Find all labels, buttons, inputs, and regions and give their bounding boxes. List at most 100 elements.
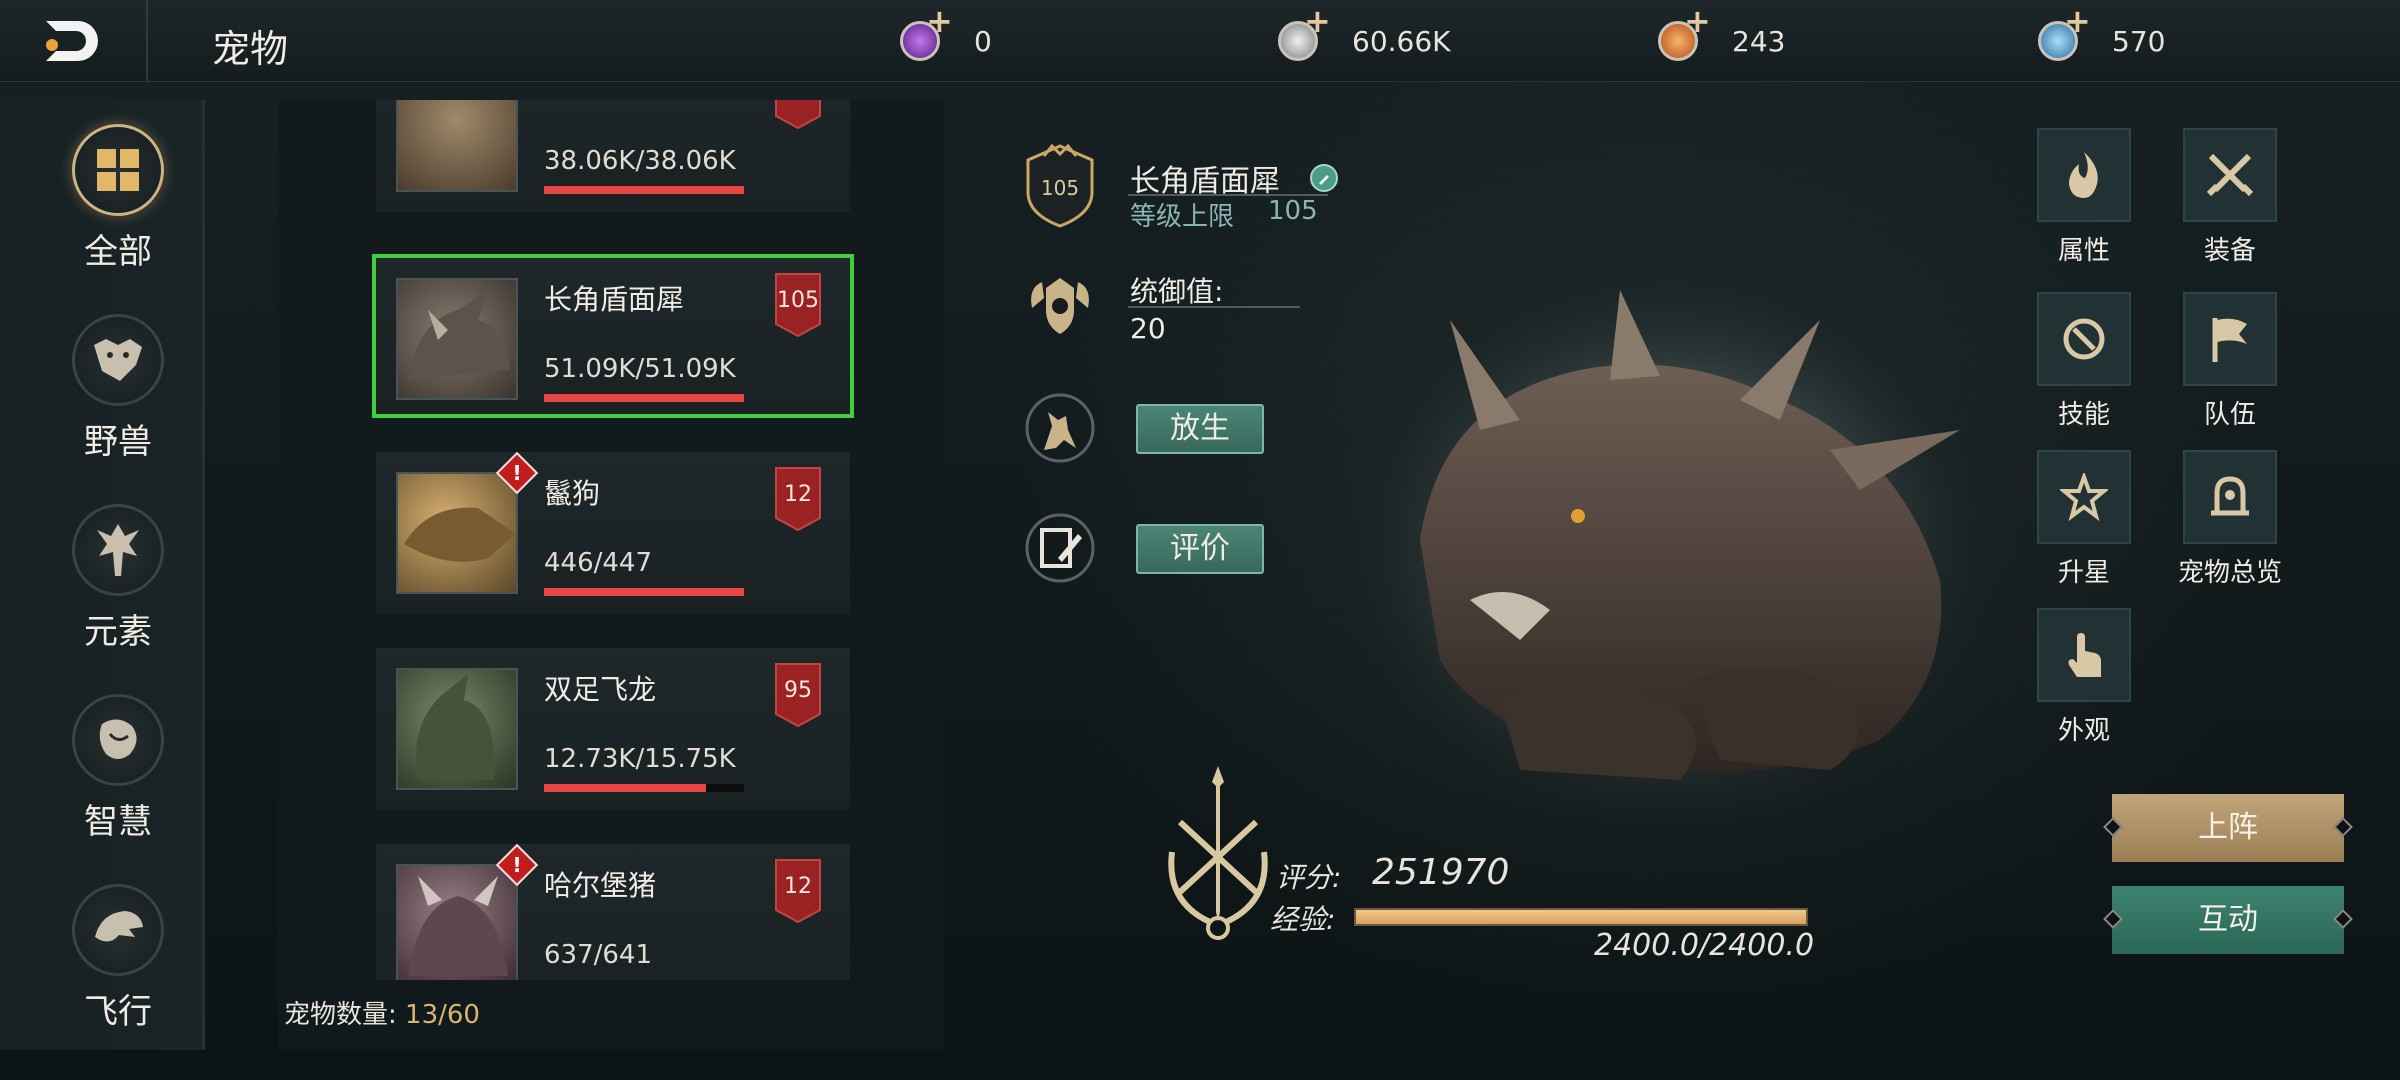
level-banner: 105 [774,272,822,338]
level-cap-value: 105 [1268,196,1318,226]
category-label: 野兽 [84,422,152,462]
category-element[interactable]: 元素 [58,504,178,653]
currency-crystal[interactable]: + 570 [2038,2,2165,68]
pet-list[interactable]: 38.06K/38.06K 长角盾面犀 51.09K/51.09K 105 ! … [278,100,944,980]
category-wisdom[interactable]: 智慧 [58,694,178,843]
pet-count: 宠物数量: 13/60 [284,994,480,1031]
pet-card[interactable]: 38.06K/38.06K [376,100,850,212]
pet-hp-bar [544,186,744,194]
pet-overview-button[interactable]: 宠物总览 [2170,450,2290,589]
pet-hp-text: 38.06K/38.06K [544,146,736,176]
flame-icon [2069,152,2098,198]
add-currency-icon[interactable]: + [1684,2,1711,40]
touch-hand-icon [2068,633,2101,677]
category-icon-frame [72,504,164,596]
pet-creature-art [1360,280,1980,820]
skill-orb-icon [2063,318,2105,360]
release-button[interactable]: 放生 [1136,404,1264,454]
pet-name: 哈尔堡猪 [544,869,657,902]
rename-edit-icon[interactable] [1310,164,1338,192]
release-icon [1022,390,1098,476]
pet-hp-bar [544,588,744,596]
pet-hp-text: 637/641 [544,940,653,970]
level-text: 12 [784,482,812,507]
level-cap-label: 等级上限 [1130,202,1235,232]
function-label: 技能 [2057,400,2110,430]
add-currency-icon[interactable]: + [926,2,953,40]
page-title: 宠物 [212,27,289,71]
command-value: 20 [1130,312,1166,345]
pet-count-label: 宠物数量: [284,1000,397,1030]
team-button[interactable]: 队伍 [2170,292,2290,431]
category-sidebar: 全部 野兽 元素 智慧 飞行 [0,100,205,1050]
currency-fire[interactable]: + 243 [1658,2,1786,68]
category-flying[interactable]: 飞行 [58,884,178,1033]
currency-value: 0 [974,24,992,58]
pet-hp-fill [544,784,706,792]
attributes-button[interactable]: 属性 [2024,128,2144,267]
score-emblem-icon [1160,762,1276,942]
review-icon [1022,510,1098,596]
elemental-figure-icon [97,524,139,576]
pet-card[interactable]: 双足飞龙 12.73K/15.75K 95 [376,648,850,810]
level-cap-badge: 105 [1022,142,1098,228]
category-all[interactable]: 全部 [58,124,178,273]
add-currency-icon[interactable]: + [2064,2,2091,40]
wisdom-creature-icon [99,719,137,759]
function-label: 宠物总览 [2177,558,2282,588]
overview-icon [2211,476,2249,516]
divider [1128,194,1328,196]
pet-card-selected[interactable]: 长角盾面犀 51.09K/51.09K 105 [372,254,854,418]
review-button[interactable]: 评价 [1136,524,1264,574]
divider [1128,306,1300,308]
add-currency-icon[interactable]: + [1304,2,1331,40]
currency-silver[interactable]: + 60.66K [1278,2,1451,68]
pet-name: 长角盾面犀 [544,283,685,316]
category-icon-frame [72,314,164,406]
skills-button[interactable]: 技能 [2024,292,2144,431]
function-icon-frame [2183,292,2277,386]
beast-head-icon [94,339,142,381]
currency-purple[interactable]: + 0 [900,2,992,68]
pet-card[interactable]: ! 鬣狗 446/447 12 [376,451,850,614]
pet-hp-text: 12.73K/15.75K [544,744,736,774]
equipment-button[interactable]: 装备 [2170,128,2290,267]
exp-value: 2400.0/2400.0 [1594,928,1815,963]
deploy-button[interactable]: 上阵 [2103,794,2353,862]
interact-button[interactable]: 互动 [2103,886,2353,954]
category-beast[interactable]: 野兽 [58,314,178,463]
pet-hp-fill [544,394,744,402]
interact-label: 互动 [2198,902,2258,937]
function-icon-frame [2183,450,2277,544]
function-label: 外观 [2057,716,2110,746]
pet-hp-fill [544,186,744,194]
function-icon-frame [2037,128,2131,222]
command-label: 统御值: [1130,275,1224,308]
top-bar: 宠物 + 0 + 60.66K + 243 + 570 [0,0,2400,82]
score-label: 评分: [1276,861,1342,894]
pet-portrait [396,472,518,594]
level-banner: 12 [774,858,822,924]
pet-hp-text: 51.09K/51.09K [544,354,736,384]
pet-hp-bar [544,394,744,402]
currency-value: 60.66K [1352,24,1451,58]
function-label: 队伍 [2203,400,2256,430]
currency-value: 243 [1732,24,1786,58]
level-banner: 95 [774,662,822,728]
back-logo-icon [46,21,98,61]
star-up-button[interactable]: 升星 [2024,450,2144,589]
score-value: 251970 [1372,852,1510,893]
level-text: 95 [784,678,812,703]
pet-hp-fill [544,588,744,596]
back-button[interactable] [0,0,148,82]
exp-label: 经验: [1270,903,1336,936]
pet-portrait [396,668,518,790]
category-icon-frame [72,124,164,216]
level-text: 12 [784,874,812,899]
appearance-button[interactable]: 外观 [2024,608,2144,747]
pet-name: 双足飞龙 [544,673,657,706]
pet-card[interactable]: ! 哈尔堡猪 637/641 12 [376,843,850,980]
level-banner [774,100,822,130]
grid-icon [97,149,139,191]
badge-level-text: 105 [1040,176,1080,200]
